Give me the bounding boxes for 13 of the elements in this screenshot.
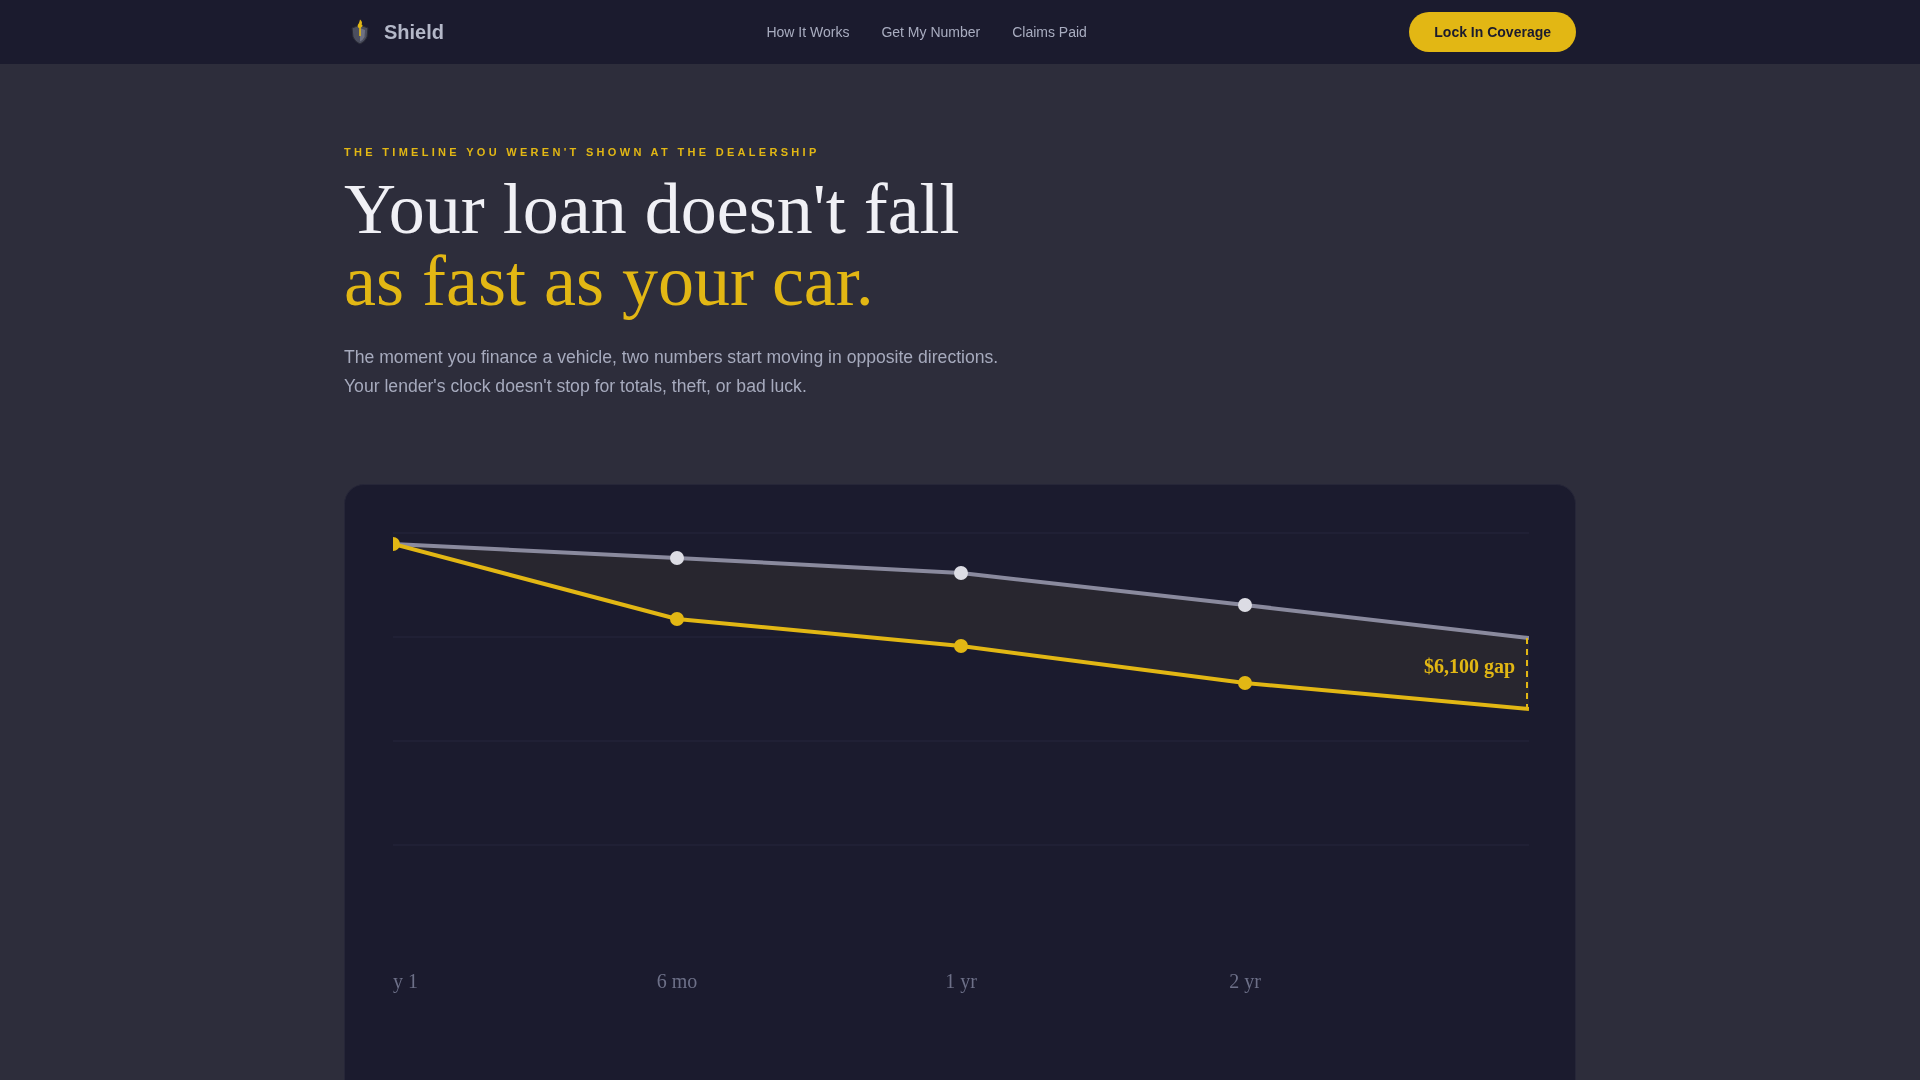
shield-logo-icon xyxy=(350,19,370,45)
brand-name[interactable]: Shield xyxy=(384,17,444,47)
eyebrow-text: THE TIMELINE YOU WEREN'T SHOWN AT THE DEALERSHIP xyxy=(344,145,821,160)
axis-label: 2 yr xyxy=(1229,970,1261,992)
headline-text: Your loan doesn't fall xyxy=(344,173,961,245)
axis-label: 6 mo xyxy=(656,970,698,992)
nav-link[interactable]: How It Works xyxy=(766,22,850,42)
nav-link[interactable]: Get My Number xyxy=(881,22,981,42)
axis-label: 1 yr xyxy=(945,970,977,992)
nav-link[interactable]: Claims Paid xyxy=(1012,22,1087,42)
intro-paragraph: The moment you finance a vehicle, two numbers start moving in opposite directions. Your lender's clock doesn't stop for totals, theft, or bad luck. xyxy=(344,346,1000,398)
lock-in-coverage-button[interactable]: Lock In Coverage xyxy=(1409,12,1576,52)
axis-label: y 1 xyxy=(393,970,418,992)
